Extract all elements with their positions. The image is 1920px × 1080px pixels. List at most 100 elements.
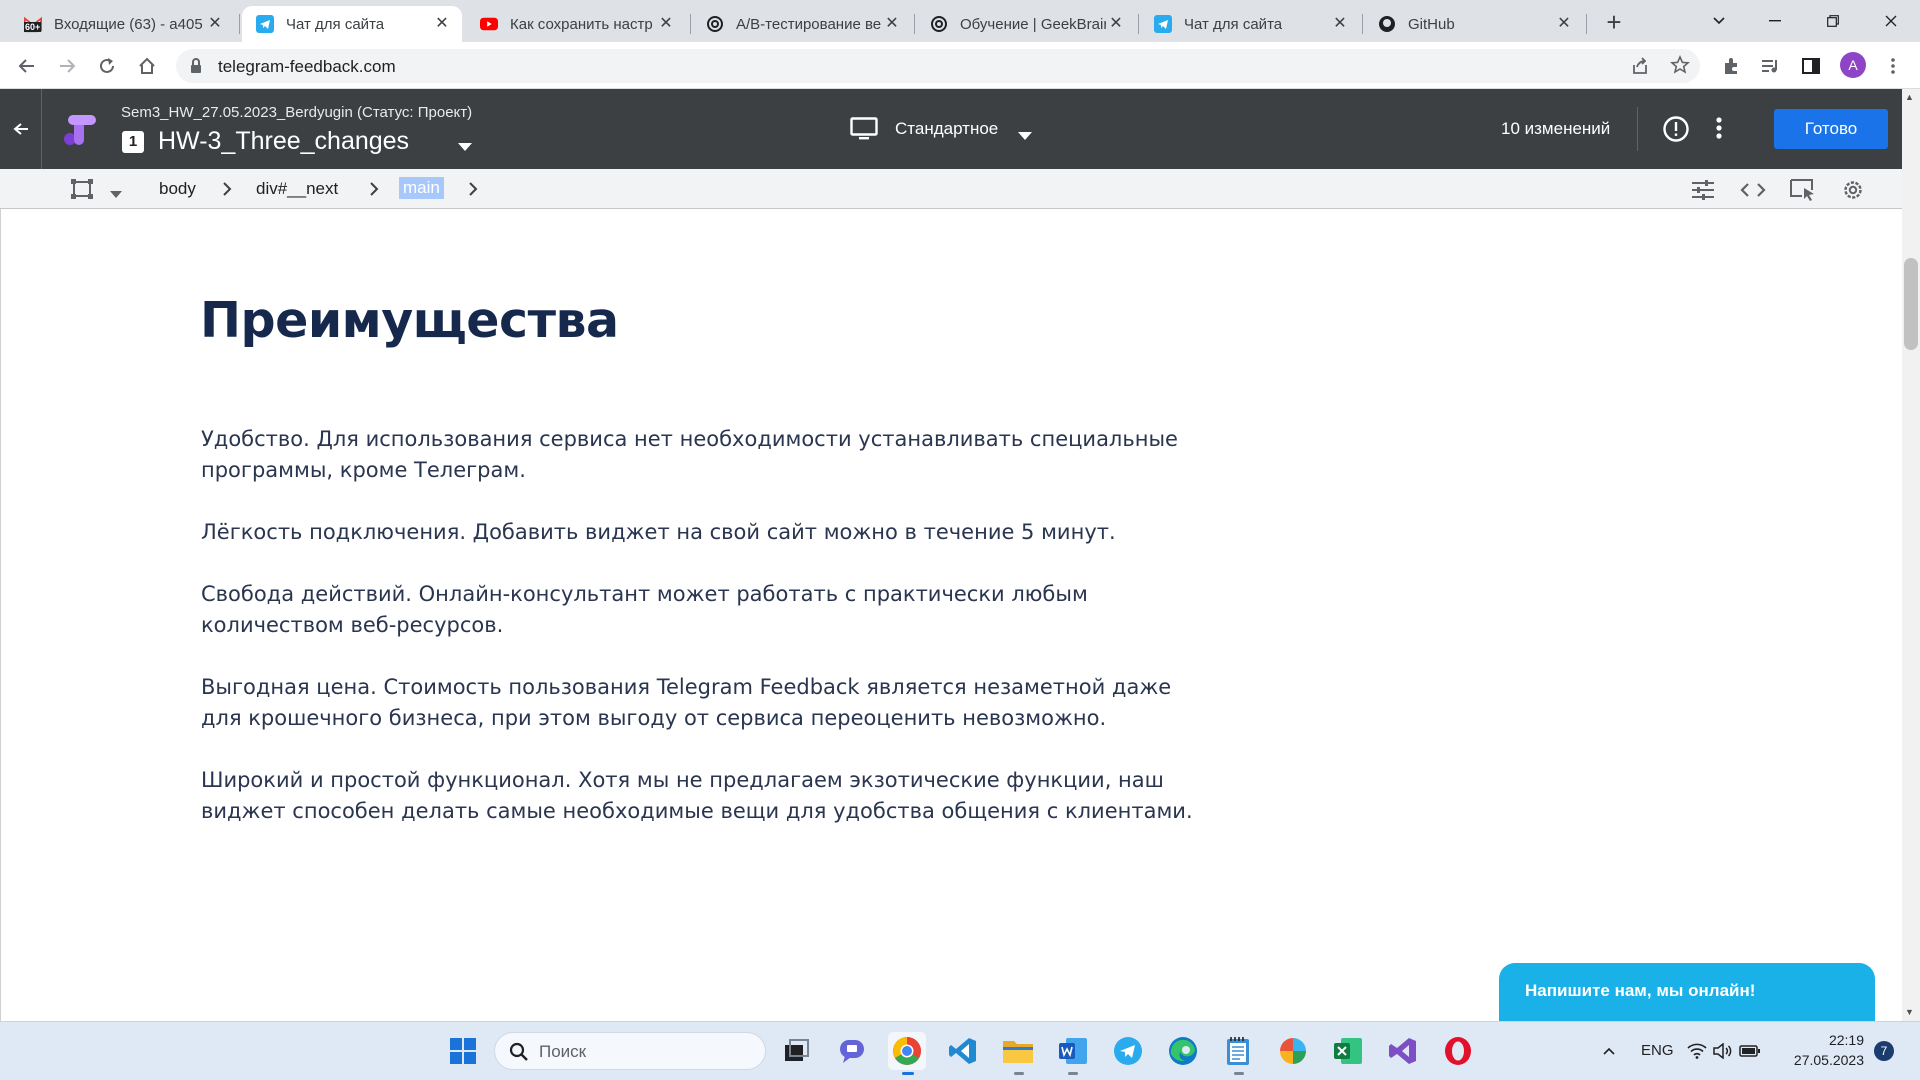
select-element-cursor-icon[interactable]: [1790, 177, 1816, 203]
taskbar-search[interactable]: Поиск: [494, 1032, 766, 1070]
back-arrow-icon[interactable]: [8, 116, 34, 142]
element-select-icon[interactable]: [70, 178, 94, 205]
changes-count[interactable]: 10 изменений: [1501, 119, 1610, 139]
telegram-app-icon[interactable]: [1109, 1032, 1147, 1070]
task-view-icon[interactable]: [778, 1032, 816, 1070]
version-dropdown-icon[interactable]: [458, 138, 472, 156]
advantage-paragraph: Лёгкость подключения. Добавить виджет на…: [201, 520, 1116, 544]
url-text[interactable]: telegram-feedback.com: [218, 57, 396, 77]
tab-title: Входящие (63) - a405: [54, 15, 203, 33]
edge-icon[interactable]: [1164, 1032, 1202, 1070]
device-selector-label[interactable]: Стандартное: [895, 119, 998, 139]
scrollbar-thumb[interactable]: [1904, 258, 1918, 350]
close-icon[interactable]: ✕: [656, 14, 676, 34]
advantages-list: Удобство. Для использования сервиса нет …: [201, 424, 1201, 858]
browser-tab[interactable]: Как сохранить настр ✕: [466, 6, 686, 42]
breadcrumb-item[interactable]: body: [159, 179, 196, 199]
teams-chat-icon[interactable]: [834, 1032, 872, 1070]
optimize-logo-icon: [62, 111, 98, 152]
tab-separator: [1362, 14, 1363, 34]
running-indicator: [1068, 1072, 1078, 1075]
forward-icon[interactable]: [52, 51, 82, 81]
file-explorer-icon[interactable]: [999, 1032, 1037, 1070]
close-window-icon[interactable]: [1862, 0, 1920, 42]
clock-time: 22:19: [1828, 1032, 1864, 1048]
tab-title: GitHub: [1408, 15, 1455, 33]
visual-studio-icon[interactable]: [1384, 1032, 1422, 1070]
chat-widget-button[interactable]: Напишите нам, мы онлайн!: [1499, 963, 1875, 1021]
close-icon[interactable]: ✕: [432, 14, 452, 34]
scroll-up-arrow-icon[interactable]: ▲: [1905, 92, 1914, 102]
close-icon[interactable]: ✕: [1330, 14, 1350, 34]
tab-strip: Входящие (63) - a405 ✕ 60+ Чат для сайта…: [0, 0, 1920, 42]
browser-tab-active[interactable]: Чат для сайта ✕: [242, 6, 462, 42]
share-icon[interactable]: [1630, 56, 1650, 81]
extensions-icon[interactable]: [1716, 51, 1746, 81]
profile-avatar[interactable]: A: [1840, 52, 1866, 78]
restore-icon[interactable]: [1804, 0, 1862, 42]
reload-icon[interactable]: [92, 51, 122, 81]
desktop-monitor-icon[interactable]: [850, 117, 878, 146]
info-alert-icon[interactable]: [1662, 115, 1690, 148]
notepad-icon[interactable]: [1219, 1032, 1257, 1070]
breadcrumb-item-selected[interactable]: main: [399, 177, 444, 199]
tab-separator: [1138, 14, 1139, 34]
wifi-icon[interactable]: [1683, 1032, 1711, 1070]
tab-search-icon[interactable]: [1690, 0, 1748, 42]
search-icon: [509, 1042, 529, 1067]
chevron-right-icon[interactable]: [468, 181, 478, 202]
browser-tab[interactable]: Чат для сайта ✕: [1140, 6, 1360, 42]
edit-styles-icon[interactable]: [1690, 177, 1716, 203]
clock-date: 27.05.2023: [1793, 1052, 1864, 1068]
lock-icon[interactable]: [190, 58, 202, 79]
tray-overflow-chevron-icon[interactable]: [1590, 1032, 1628, 1070]
scroll-down-arrow-icon[interactable]: ▼: [1905, 1007, 1914, 1017]
page-preview[interactable]: Преимущества Удобство. Для использования…: [0, 209, 1902, 1021]
more-vert-icon[interactable]: [1716, 115, 1722, 146]
minimize-icon[interactable]: [1746, 0, 1804, 42]
back-icon[interactable]: [12, 51, 42, 81]
browser-menu-icon[interactable]: [1878, 51, 1908, 81]
vscode-icon[interactable]: [944, 1032, 982, 1070]
breadcrumb-item[interactable]: div#__next: [256, 179, 338, 199]
bookmark-star-icon[interactable]: [1670, 55, 1690, 80]
volume-icon[interactable]: [1709, 1032, 1737, 1070]
version-name[interactable]: HW-3_Three_changes: [158, 127, 409, 156]
github-icon: [1378, 15, 1396, 33]
device-dropdown-icon[interactable]: [1018, 127, 1032, 145]
word-icon[interactable]: [1054, 1032, 1092, 1070]
close-icon[interactable]: ✕: [882, 14, 902, 34]
close-icon[interactable]: ✕: [205, 14, 225, 34]
browser-tab[interactable]: Входящие (63) - a405 ✕: [10, 6, 235, 42]
telegram-icon: [256, 15, 274, 33]
notification-badge[interactable]: 7: [1874, 1041, 1894, 1061]
opera-icon[interactable]: [1439, 1032, 1477, 1070]
battery-icon[interactable]: [1736, 1032, 1764, 1070]
advantage-paragraph: Свобода действий. Онлайн-консультант мож…: [201, 582, 1088, 637]
browser-tab[interactable]: GitHub ✕: [1364, 6, 1584, 42]
done-button[interactable]: Готово: [1774, 109, 1888, 149]
chrome-icon[interactable]: [888, 1032, 926, 1070]
excel-icon[interactable]: [1329, 1032, 1367, 1070]
browser-tab[interactable]: Обучение | GeekBrain ✕: [916, 6, 1136, 42]
advantage-paragraph: Широкий и простой функционал. Хотя мы не…: [201, 768, 1193, 823]
tab-separator: [690, 14, 691, 34]
side-panel-icon[interactable]: [1796, 51, 1826, 81]
close-icon[interactable]: ✕: [1554, 14, 1574, 34]
new-tab-button[interactable]: +: [1599, 8, 1629, 38]
browser-tab[interactable]: A/B-тестирование ве ✕: [692, 6, 912, 42]
close-icon[interactable]: ✕: [1106, 14, 1126, 34]
running-indicator: [902, 1072, 914, 1075]
scrollbar-track[interactable]: [1902, 89, 1920, 1021]
system-clock[interactable]: 22:19 27.05.2023: [1772, 1030, 1864, 1070]
pinwheel-app-icon[interactable]: [1274, 1032, 1312, 1070]
media-queue-icon[interactable]: [1756, 51, 1786, 81]
language-indicator[interactable]: ENG: [1641, 1042, 1674, 1059]
code-icon[interactable]: [1740, 177, 1766, 203]
version-number-badge: 1: [122, 131, 144, 153]
address-bar[interactable]: telegram-feedback.com: [176, 49, 1700, 83]
windows-start-icon[interactable]: [444, 1032, 482, 1070]
home-icon[interactable]: [132, 51, 162, 81]
select-dropdown-icon[interactable]: [110, 185, 122, 203]
settings-gear-icon[interactable]: [1840, 177, 1866, 203]
